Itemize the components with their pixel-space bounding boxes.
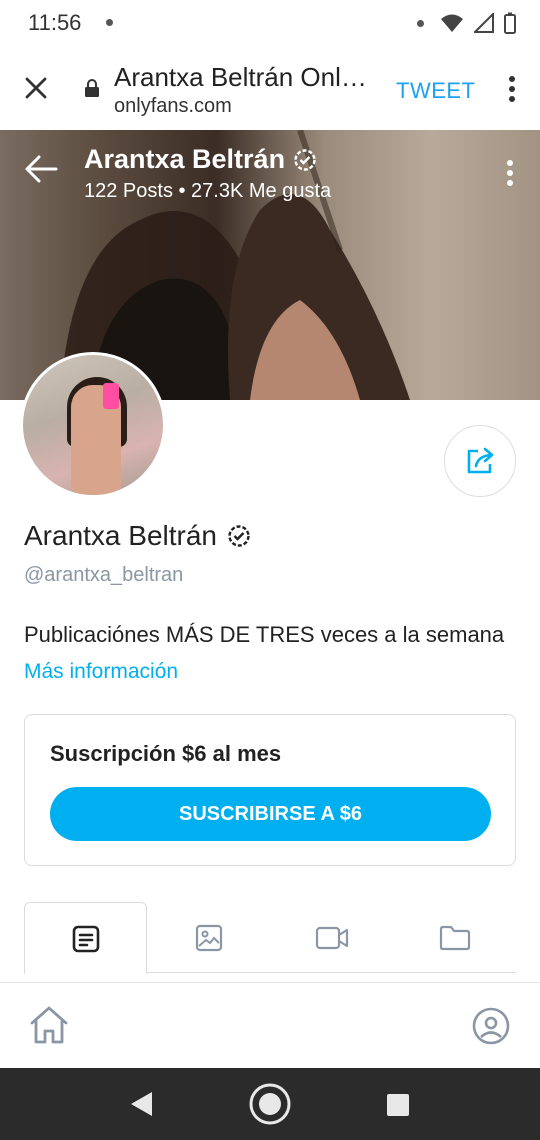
status-time: 11:56	[28, 10, 82, 35]
cover-name-text: Arantxa Beltrán	[84, 144, 286, 174]
photos-icon	[195, 924, 222, 952]
tab-videos[interactable]	[270, 902, 393, 974]
signal-icon	[474, 13, 494, 33]
tab-photos[interactable]	[147, 902, 270, 974]
profile-bio: Publicaciónes MÁS DE TRES veces a la sem…	[24, 622, 505, 647]
status-icons	[417, 12, 516, 34]
share-button[interactable]	[444, 425, 516, 497]
bottom-nav	[0, 982, 540, 1068]
home-icon[interactable]	[28, 1005, 70, 1045]
subscribe-button[interactable]: SUSCRIBIRSE A $6	[50, 787, 491, 841]
status-bar: 11:56	[0, 0, 540, 48]
videos-icon	[315, 926, 348, 950]
tab-archive[interactable]	[393, 902, 516, 974]
avatar-photo-phone	[103, 383, 119, 409]
profile-icon[interactable]	[472, 1007, 510, 1045]
avatar[interactable]	[20, 352, 166, 498]
more-info-link[interactable]: Más información	[24, 660, 178, 684]
battery-icon	[504, 12, 516, 34]
system-nav-bar	[0, 1068, 540, 1140]
verified-icon	[294, 148, 316, 171]
browser-toolbar: Arantxa Beltrán Onl… onlyfans.com TWEET	[0, 48, 540, 130]
notification-dot-icon	[106, 19, 113, 26]
close-button[interactable]	[18, 70, 54, 106]
system-recents-icon[interactable]	[386, 1093, 410, 1117]
notification-dot-icon	[417, 19, 424, 27]
profile-name-text: Arantxa Beltrán	[24, 520, 217, 551]
close-icon	[25, 77, 47, 99]
wifi-icon	[441, 14, 463, 32]
subscription-title: Suscripción $6 al mes	[50, 741, 282, 766]
cover-stats: 122 Posts • 27.3K Me gusta	[84, 180, 332, 202]
system-home-icon[interactable]	[248, 1082, 292, 1126]
page-title: Arantxa Beltrán Onl…	[114, 62, 367, 92]
verified-icon	[228, 525, 250, 547]
back-arrow-icon[interactable]	[24, 154, 58, 184]
page-url: onlyfans.com	[114, 95, 232, 117]
cover-name: Arantxa Beltrán	[84, 144, 317, 175]
posts-icon	[72, 925, 99, 952]
profile-handle: @arantxa_beltran	[24, 564, 184, 586]
content-tabs	[24, 902, 516, 974]
lock-icon	[85, 79, 99, 97]
tweet-button[interactable]: TWEET	[396, 78, 476, 104]
subscription-card: Suscripción $6 al mes SUSCRIBIRSE A $6	[24, 714, 516, 866]
share-icon	[467, 447, 494, 474]
profile-name: Arantxa Beltrán	[24, 520, 251, 552]
more-options-icon[interactable]	[508, 76, 516, 102]
more-options-icon[interactable]	[506, 160, 514, 186]
tab-posts[interactable]	[24, 902, 147, 974]
archive-icon	[439, 925, 470, 951]
tabs-divider	[147, 972, 516, 973]
system-back-icon[interactable]	[128, 1090, 154, 1118]
